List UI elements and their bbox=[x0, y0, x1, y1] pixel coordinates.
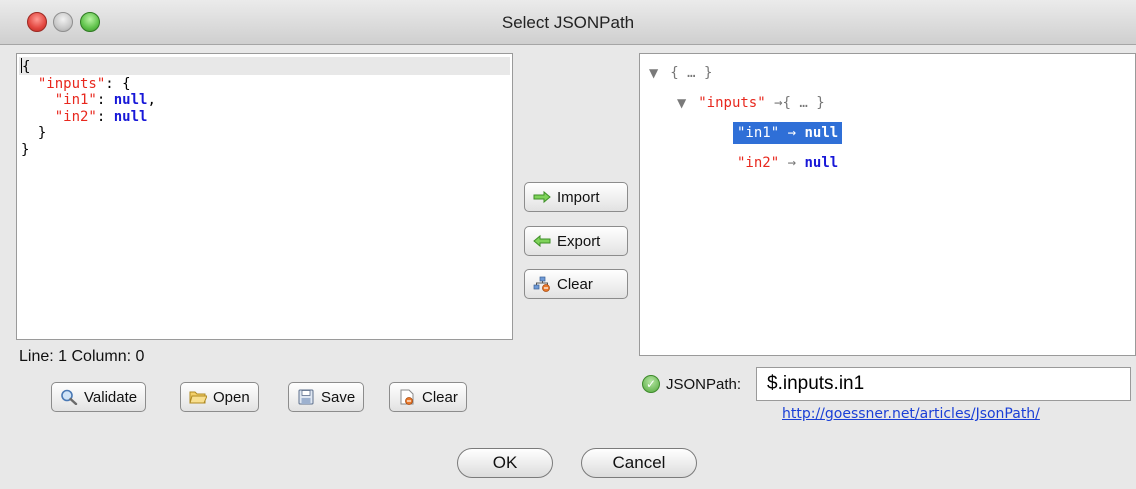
ok-button[interactable]: OK bbox=[457, 448, 553, 478]
select-jsonpath-dialog: Select JSONPath { "inputs": { "in1": nul… bbox=[0, 0, 1136, 489]
magnifier-icon bbox=[61, 389, 78, 405]
open-button[interactable]: Open bbox=[180, 382, 259, 412]
json-editor[interactable]: { "inputs": { "in1": null, "in2": null }… bbox=[16, 53, 513, 340]
import-button[interactable]: Import bbox=[524, 182, 628, 212]
tree-node-in2[interactable]: "in2" → null bbox=[737, 152, 838, 174]
json-code: { "inputs": { "in1": null, "in2": null }… bbox=[21, 58, 156, 158]
clear-editor-button[interactable]: Clear bbox=[389, 382, 467, 412]
expanded-triangle-icon[interactable]: ▼ bbox=[649, 66, 658, 80]
validate-button[interactable]: Validate bbox=[51, 382, 147, 412]
expanded-triangle-icon[interactable]: ▼ bbox=[677, 96, 686, 110]
floppy-disk-icon bbox=[298, 389, 314, 405]
valid-check-icon: ✓ bbox=[642, 375, 660, 393]
jsonpath-docs-link[interactable]: http://goessner.net/articles/JsonPath/ bbox=[782, 406, 1040, 422]
tree-node-root[interactable]: ▼{ … } bbox=[649, 62, 712, 84]
jsonpath-label: JSONPath: bbox=[666, 375, 742, 393]
arrow-right-icon bbox=[533, 190, 551, 204]
tree-clear-icon bbox=[533, 276, 550, 292]
title-bar[interactable]: Select JSONPath bbox=[0, 0, 1136, 45]
cursor-position-status: Line: 1 Column: 0 bbox=[19, 348, 145, 365]
export-button[interactable]: Export bbox=[524, 226, 628, 256]
tree-node-in1-selected[interactable]: "in1" → null bbox=[733, 122, 843, 144]
jsonpath-input[interactable] bbox=[756, 367, 1131, 401]
save-button[interactable]: Save bbox=[288, 382, 365, 412]
clear-document-icon bbox=[400, 389, 414, 405]
json-tree[interactable]: ▼{ … } ▼ "inputs" →{ … } "in1" → null "in… bbox=[639, 53, 1136, 356]
tree-node-inputs[interactable]: ▼ "inputs" →{ … } bbox=[677, 92, 825, 114]
cancel-button[interactable]: Cancel bbox=[581, 448, 697, 478]
clear-tree-button[interactable]: Clear bbox=[524, 269, 628, 299]
jsonpath-label-group: ✓ JSONPath: bbox=[642, 367, 741, 401]
folder-open-icon bbox=[189, 391, 207, 404]
arrow-left-icon bbox=[533, 234, 551, 248]
window-title: Select JSONPath bbox=[501, 13, 635, 32]
